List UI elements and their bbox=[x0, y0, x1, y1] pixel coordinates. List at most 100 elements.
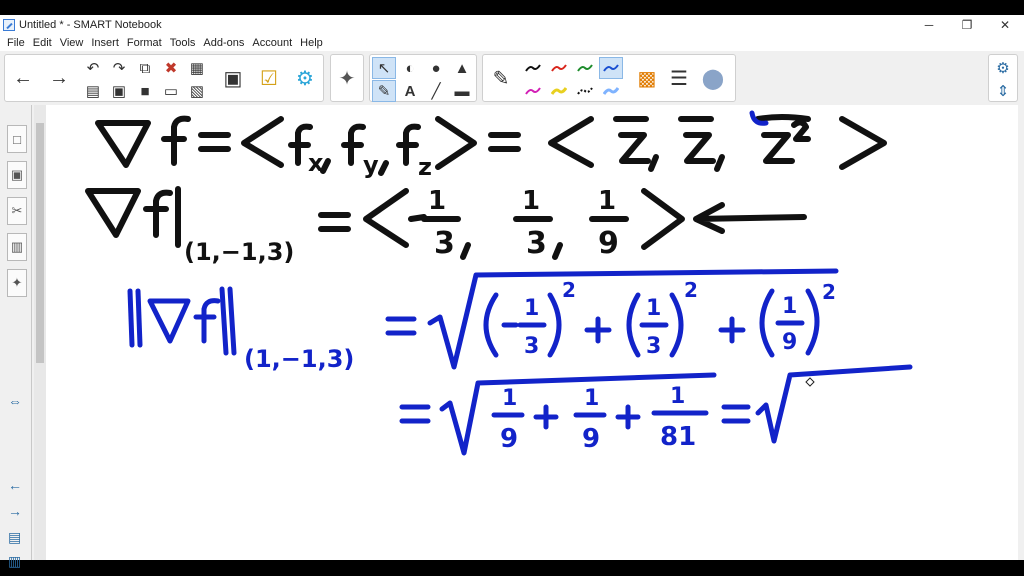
menu-tools[interactable]: Tools bbox=[166, 37, 200, 49]
add-page-icon[interactable]: ▤ bbox=[8, 529, 21, 546]
menu-help[interactable]: Help bbox=[296, 37, 327, 49]
ink-right-paren bbox=[547, 292, 562, 358]
page-sorter-tab-icon[interactable]: □ bbox=[7, 125, 27, 153]
fill-icon[interactable]: ● bbox=[424, 57, 448, 79]
restore-button[interactable]: ❐ bbox=[948, 15, 986, 34]
ink-comma bbox=[714, 154, 725, 172]
screen-shade-icon[interactable]: ▭ bbox=[159, 80, 183, 102]
addons-tab-icon[interactable]: ✦ bbox=[7, 269, 27, 297]
ink-equals bbox=[385, 316, 417, 336]
ink-empty-square-root bbox=[755, 364, 913, 444]
notebook-page-canvas[interactable]: x y z (1,−1,3) 1 3 1 3 1 9 (1,−1,3) 1 3 … bbox=[46, 105, 1018, 560]
back-arrow-icon[interactable]: ← bbox=[7, 55, 39, 101]
ink-fraction-z bbox=[613, 116, 651, 164]
shapes-icon[interactable]: ◐ bbox=[398, 57, 422, 79]
ink-equals bbox=[399, 404, 431, 424]
new-page-icon[interactable]: ▤ bbox=[81, 80, 105, 102]
pen-green-swatch[interactable] bbox=[573, 57, 597, 79]
pen-yellow-swatch[interactable] bbox=[547, 80, 571, 102]
settings-gear-icon[interactable]: ⚙ bbox=[991, 57, 1015, 79]
paste-icon[interactable]: ⧉ bbox=[133, 57, 157, 79]
fill-effects-icon[interactable]: ⬤ bbox=[697, 55, 729, 101]
ink-f bbox=[396, 123, 421, 166]
ink-sum-f1-denominator: 9 bbox=[500, 424, 518, 454]
ink-right-angle bbox=[435, 116, 477, 170]
window-controls: ─ ❐ ✕ bbox=[910, 15, 1024, 34]
pen-icon[interactable]: ✎ bbox=[372, 80, 396, 102]
forward-arrow-icon[interactable]: → bbox=[43, 55, 75, 101]
pen-black-swatch[interactable] bbox=[521, 57, 545, 79]
ink-exponent: 2 bbox=[822, 280, 836, 304]
pen-blue-swatch[interactable] bbox=[599, 57, 623, 79]
delete-icon[interactable]: ✖ bbox=[159, 57, 183, 79]
pen-highlighter-swatch[interactable] bbox=[599, 80, 623, 102]
select-icon[interactable]: ↖ bbox=[372, 57, 396, 79]
menu-account[interactable]: Account bbox=[248, 37, 296, 49]
pen-yellow-stroke-icon bbox=[551, 87, 567, 95]
next-page-icon[interactable]: → bbox=[8, 503, 22, 519]
ink-right-angle bbox=[641, 188, 685, 250]
resize-panel-icon[interactable]: ⇔ bbox=[8, 393, 22, 409]
properties-tab-icon[interactable]: ▥ bbox=[7, 233, 27, 261]
ink-norm-bar-right bbox=[227, 286, 237, 356]
close-button[interactable]: ✕ bbox=[986, 15, 1024, 34]
menu-edit[interactable]: Edit bbox=[29, 37, 56, 49]
toolbar-group-settings: ⚙ ⇕ bbox=[988, 54, 1018, 102]
pen-type-icon[interactable]: ✎ bbox=[485, 55, 517, 101]
gallery-tab-icon[interactable]: ▣ bbox=[7, 161, 27, 189]
menu-format[interactable]: Format bbox=[123, 37, 166, 49]
menu-file[interactable]: File bbox=[3, 37, 29, 49]
previous-page-icon[interactable]: ← bbox=[8, 477, 22, 493]
title-bar: Untitled * - SMART Notebook ─ ❐ ✕ bbox=[0, 15, 1024, 34]
puzzle-icon[interactable]: ✦ bbox=[331, 55, 363, 101]
pen-black-stroke-icon bbox=[525, 64, 541, 72]
nabla-symbol bbox=[95, 120, 151, 168]
pen-dashed-swatch[interactable] bbox=[573, 80, 597, 102]
delete-page-icon[interactable]: ▥ bbox=[8, 553, 21, 570]
ink-left-arrow bbox=[693, 202, 807, 234]
toolbar-group-pens: ✎ ▩ ☰ ⬤ bbox=[482, 54, 736, 102]
ink-term3-numerator: 1 bbox=[782, 294, 797, 319]
line-style-icon[interactable]: ☰ bbox=[663, 55, 695, 101]
ink-norm-bar-left bbox=[127, 288, 135, 348]
paint-bucket-icon[interactable]: ▲ bbox=[450, 57, 474, 79]
menu-view[interactable]: View bbox=[56, 37, 88, 49]
scrollbar-thumb[interactable] bbox=[36, 123, 44, 363]
ink-term1-numerator: 1 bbox=[524, 296, 539, 321]
color-palette-icon[interactable]: ▩ bbox=[631, 55, 663, 101]
open-icon[interactable]: ▣ bbox=[107, 80, 131, 102]
attachments-tab-icon[interactable]: ✂ bbox=[7, 197, 27, 225]
ink-line-gradient-magnitude: (1,−1,3) 1 3 2 1 3 2 1 9 2 bbox=[127, 268, 839, 373]
ink-frac3-denominator: 9 bbox=[598, 226, 619, 261]
ink-fraction-z bbox=[678, 116, 716, 164]
undo-icon[interactable]: ↶ bbox=[81, 57, 105, 79]
eraser-icon[interactable]: ▬ bbox=[450, 80, 474, 102]
ink-comma bbox=[460, 242, 471, 260]
text-recognition-icon[interactable]: ▧ bbox=[185, 80, 209, 102]
vertical-scrollbar[interactable] bbox=[34, 105, 46, 560]
ink-frac2-numerator: 1 bbox=[522, 186, 540, 216]
ink-comma bbox=[648, 154, 659, 172]
table-icon[interactable]: ▦ bbox=[185, 57, 209, 79]
ink-right-angle bbox=[839, 116, 887, 170]
line-icon[interactable]: ╱ bbox=[424, 80, 448, 102]
display-icon[interactable]: ▣ bbox=[217, 55, 249, 101]
text-icon[interactable]: A bbox=[398, 80, 422, 102]
pen-red-swatch[interactable] bbox=[547, 57, 571, 79]
ink-subscript-y: y bbox=[363, 151, 379, 179]
side-panel-tabs: □ ▣ ✂ ▥ ✦ ⇔ ← → ▤ ▥ bbox=[0, 105, 32, 569]
activity-builder-icon[interactable]: ☑ bbox=[253, 55, 285, 101]
addons-icon[interactable]: ⚙ bbox=[289, 55, 321, 101]
pen-cursor-icon bbox=[805, 377, 815, 387]
toolbar-group-extras: ✦ bbox=[330, 54, 364, 102]
pen-magenta-swatch[interactable] bbox=[521, 80, 545, 102]
pen-red-stroke-icon bbox=[551, 64, 567, 72]
save-icon[interactable]: ■ bbox=[133, 80, 157, 102]
menu-insert[interactable]: Insert bbox=[87, 37, 123, 49]
ink-line-gradient-definition: x y z bbox=[95, 110, 887, 181]
ink-line-sum-of-squares: 1 9 1 9 1 81 bbox=[399, 364, 913, 456]
redo-icon[interactable]: ↷ bbox=[107, 57, 131, 79]
minimize-button[interactable]: ─ bbox=[910, 15, 948, 34]
menu-addons[interactable]: Add-ons bbox=[199, 37, 248, 49]
toolbar-position-icon[interactable]: ⇕ bbox=[991, 80, 1015, 102]
